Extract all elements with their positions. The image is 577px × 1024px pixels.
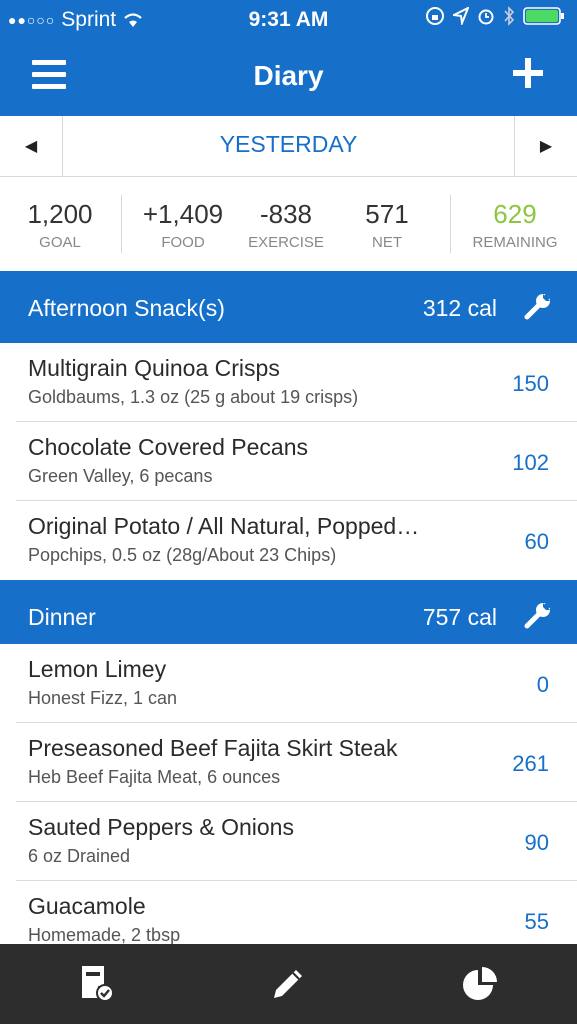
add-icon[interactable] (513, 58, 543, 88)
page-title: Diary (253, 60, 324, 91)
bottom-tab-bar (0, 944, 577, 1024)
food-calories: 0 (536, 672, 549, 697)
food-name: Preseasoned Beef Fajita Skirt Steak (28, 735, 398, 761)
summary-exercise: -838 EXERCISE (240, 199, 332, 251)
meal-calories: 757 cal (422, 604, 497, 630)
meal-header-dinner[interactable]: Dinner 757 cal (0, 580, 577, 652)
summary-remaining: 629 REMAINING (460, 199, 570, 251)
meal-name: Dinner (28, 604, 96, 630)
food-value: +1,409 (142, 199, 224, 229)
meal-header-afternoon-snacks[interactable]: Afternoon Snack(s) 312 cal (0, 271, 577, 343)
next-day-button[interactable]: ▶ (514, 116, 577, 176)
food-description: Heb Beef Fajita Meat, 6 ounces (28, 767, 281, 787)
date-label[interactable]: YESTERDAY (62, 131, 515, 158)
food-calories: 261 (512, 751, 549, 776)
food-entry[interactable]: Original Potato / All Natural, Popped… P… (0, 501, 577, 580)
food-description: Green Valley, 6 pecans (28, 466, 213, 486)
food-entry[interactable]: Sauted Peppers & Onions 6 oz Drained 90 (0, 802, 577, 881)
food-calories: 102 (512, 450, 549, 475)
food-name: Guacamole (28, 893, 146, 919)
food-description: Honest Fizz, 1 can (28, 688, 178, 708)
meal-calories: 312 cal (422, 295, 497, 321)
food-entry[interactable]: Preseasoned Beef Fajita Skirt Steak Heb … (0, 723, 577, 802)
food-description: Popchips, 0.5 oz (28g/About 23 Chips) (28, 545, 337, 565)
wrench-icon[interactable] (523, 291, 553, 321)
top-bar: ●●○○○ Sprint 9:31 AM Diary (0, 0, 577, 116)
food-calories: 55 (524, 909, 549, 934)
status-bar: ●●○○○ Sprint 9:31 AM (0, 0, 577, 38)
pie-chart-icon[interactable] (460, 964, 500, 1004)
remaining-value: 629 (493, 199, 537, 229)
pencil-icon[interactable] (268, 964, 308, 1004)
wrench-icon[interactable] (523, 600, 553, 630)
goal-value: 1,200 (27, 199, 93, 229)
food-description: Homemade, 2 tbsp (28, 925, 181, 945)
food-name: Lemon Limey (28, 656, 167, 682)
food-name: Chocolate Covered Pecans (28, 434, 308, 460)
food-description: 6 oz Drained (28, 846, 131, 866)
food-name: Sauted Peppers & Onions (28, 814, 294, 840)
diary-tab-icon[interactable] (78, 964, 118, 1004)
nav-bar: Diary (0, 38, 577, 116)
food-name: Multigrain Quinoa Crisps (28, 355, 280, 381)
food-calories: 150 (512, 371, 549, 396)
food-calories: 60 (524, 529, 549, 554)
remaining-label: REMAINING (472, 234, 558, 251)
exercise-label: EXERCISE (248, 234, 324, 251)
battery-icon (523, 7, 564, 25)
food-entry[interactable]: Lemon Limey Honest Fizz, 1 can 0 (0, 644, 577, 723)
date-navigator: ◀ YESTERDAY ▶ (0, 116, 577, 177)
food-calories: 90 (524, 830, 549, 855)
food-entry[interactable]: Chocolate Covered Pecans Green Valley, 6… (0, 422, 577, 501)
divider (121, 195, 122, 253)
food-label: FOOD (161, 234, 205, 251)
food-description: Goldbaums, 1.3 oz (25 g about 19 crisps) (28, 387, 359, 407)
calorie-summary: 1,200 GOAL +1,409 FOOD -838 EXERCISE 571… (0, 177, 577, 270)
previous-day-button[interactable]: ◀ (0, 116, 63, 176)
alarm-icon (478, 9, 494, 25)
goal-label: GOAL (39, 234, 81, 251)
bluetooth-icon (504, 6, 515, 26)
net-label: NET (372, 234, 402, 251)
food-name: Original Potato / All Natural, Popped… (28, 513, 420, 539)
divider (450, 195, 451, 253)
summary-net: 571 NET (344, 199, 430, 251)
food-entry[interactable]: Multigrain Quinoa Crisps Goldbaums, 1.3 … (0, 343, 577, 422)
status-right (425, 6, 567, 26)
meal-name: Afternoon Snack(s) (28, 295, 225, 321)
exercise-value: -838 (259, 199, 313, 229)
location-icon (453, 7, 469, 25)
net-value: 571 (365, 199, 409, 229)
summary-goal: 1,200 GOAL (12, 199, 108, 251)
summary-food: +1,409 FOOD (130, 199, 236, 251)
rotation-lock-icon (426, 7, 444, 25)
